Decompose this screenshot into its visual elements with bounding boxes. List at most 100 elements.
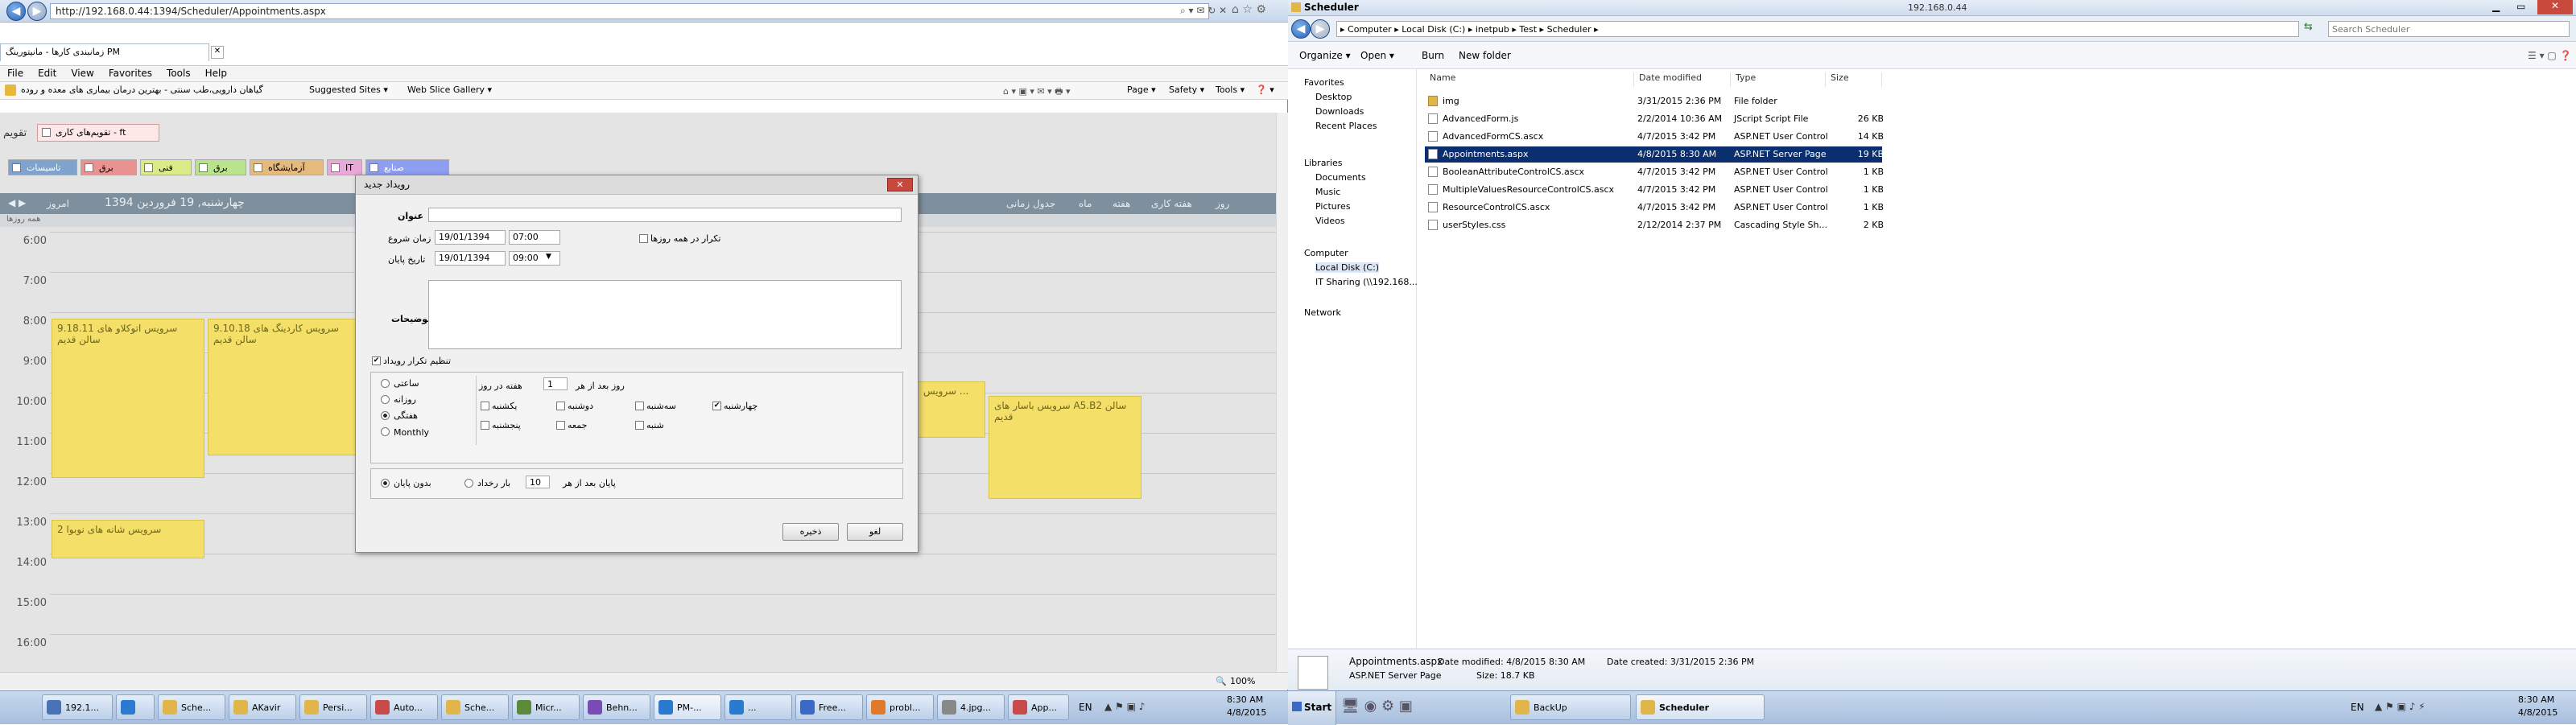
language-indicator[interactable]: EN [1079,702,1092,713]
nav-favorites[interactable]: Favorites [1304,77,1344,88]
tools-menu[interactable]: Tools ▾ [1216,84,1245,95]
resource-pill[interactable]: IT [327,159,362,175]
every-input[interactable]: 1 [543,377,568,390]
view-workweek[interactable]: هفته کاری [1151,198,1192,209]
taskbar-item[interactable]: Persi... [299,694,367,720]
start-button[interactable]: Start [1288,691,1336,725]
nav-documents[interactable]: Documents [1315,172,1366,183]
day-checkbox[interactable] [481,402,489,410]
freq-daily-radio[interactable] [381,395,390,404]
resource-pill[interactable]: برق [80,159,137,175]
taskbar-item[interactable]: Micr... [512,694,580,720]
chevron-down-icon[interactable]: ▼ [546,253,551,261]
view-week[interactable]: هفته [1113,198,1130,209]
end-after-radio[interactable] [464,479,473,488]
safety-menu[interactable]: Safety ▾ [1169,84,1204,95]
suggested-sites[interactable]: Suggested Sites ▾ [309,84,388,95]
vertical-scrollbar[interactable] [1276,113,1288,672]
nav-videos[interactable]: Videos [1315,216,1345,226]
nav-recent-places[interactable]: Recent Places [1315,121,1377,131]
clock-date[interactable]: 4/8/2015 [2518,707,2557,718]
recurrence-checkbox[interactable]: ✔ [372,356,381,365]
file-row[interactable]: img 3/31/2015 2:36 PM File folder [1425,93,1882,109]
calendar-filter[interactable]: تقویم‌های کاری - ft [37,124,159,142]
appointment[interactable]: سرویس شانه های نوبوا 2 [52,520,204,558]
quicklaunch-icons[interactable]: 🖥 ◉ ⚙ ▣ [1341,698,1413,715]
cancel-button[interactable]: لغو [847,523,903,541]
end-date-input[interactable]: 19/01/1394 [435,251,506,266]
forward-button[interactable]: ▶ [27,2,47,21]
file-row[interactable]: BooleanAttributeControlCS.ascx 4/7/2015 3… [1425,164,1884,180]
minimize-button[interactable]: ▁ [2492,1,2500,12]
taskbar-item[interactable]: App... [1008,694,1069,720]
menu-tools[interactable]: Tools [159,66,198,80]
language-indicator[interactable]: EN [2351,702,2364,713]
clock-time[interactable]: 8:30 AM [1227,694,1263,705]
back-button[interactable]: ◀ [6,2,26,21]
organize-button[interactable]: Organize ▾ [1299,50,1351,61]
nav-network[interactable]: Network [1304,307,1341,318]
day-checkbox[interactable] [635,402,644,410]
taskbar-item[interactable]: AKavir [229,694,296,720]
favorite-link[interactable]: گیاهان دارویی،طب سنتی - بهترین درمان بیم… [21,84,263,95]
forward-button[interactable]: ▶ [1311,19,1330,39]
close-button[interactable]: ✕ [887,178,913,192]
taskbar-item[interactable]: ... [724,694,792,720]
taskbar-item[interactable]: Scheduler [1636,694,1765,720]
view-day[interactable]: روز [1216,198,1229,209]
nav-downloads[interactable]: Downloads [1315,106,1364,117]
nav-music[interactable]: Music [1315,187,1340,197]
column-date[interactable]: Date modified [1634,72,1731,87]
today-button[interactable]: امروز [47,198,69,209]
taskbar-item[interactable]: Free... [795,694,863,720]
resource-pill[interactable]: آزمایشگاه [250,159,324,175]
taskbar-ie-icon[interactable] [116,694,155,720]
url-input[interactable]: http://192.168.0.44:1394/Scheduler/Appoi… [50,3,1209,19]
taskbar-item[interactable]: Sche... [441,694,509,720]
day-checkbox[interactable] [635,421,644,430]
resource-pill[interactable]: برق [195,159,246,175]
menu-edit[interactable]: Edit [31,66,64,80]
clock-time[interactable]: 8:30 AM [2518,694,2554,705]
resource-pill[interactable]: فنی [140,159,192,175]
day-checkbox[interactable] [556,421,565,430]
toolbar-icons[interactable]: ⌂ ▾ ▣ ▾ ✉ ▾ 🖶 ▾ [1003,84,1071,100]
appointment[interactable]: سرویس ... [918,381,985,438]
subject-input[interactable] [428,208,902,222]
nav-desktop[interactable]: Desktop [1315,92,1352,102]
freq-weekly-radio[interactable] [381,411,390,420]
file-row[interactable]: ResourceControlCS.ascx 4/7/2015 3:42 PM AS… [1425,200,1884,216]
taskbar-item[interactable]: Auto... [370,694,438,720]
taskbar-item[interactable]: 192.1... [42,694,113,720]
back-button[interactable]: ◀ [1291,19,1311,39]
nav-it-sharing[interactable]: IT Sharing (\\192.168... [1315,277,1418,287]
home-icon[interactable]: ⌂ ☆ ⚙ [1232,3,1266,16]
freq-monthly-radio[interactable] [381,427,390,436]
description-textarea[interactable] [428,280,902,349]
column-size[interactable]: Size [1826,72,1882,87]
start-time-input[interactable]: 07:00 [509,230,560,245]
breadcrumb[interactable]: ▸ Computer ▸ Local Disk (C:) ▸ inetpub ▸… [1336,21,2299,37]
day-checkbox[interactable] [481,421,489,430]
clock-date[interactable]: 4/8/2015 [1227,707,1266,718]
taskbar-item[interactable]: PM-... [654,694,721,720]
file-row[interactable]: AdvancedFormCS.ascx 4/7/2015 3:42 PM ASP.N… [1425,129,1884,145]
nav-local-disk[interactable]: Local Disk (C:) [1315,262,1380,273]
favorites-star-icon[interactable] [5,84,16,96]
current-date[interactable]: چهارشنبه, 19 فروردین 1394 [105,196,245,209]
menu-file[interactable]: File [0,66,31,80]
zoom-icon[interactable]: 🔍 [1216,676,1227,686]
resource-pill[interactable]: صنایع [365,159,449,175]
column-type[interactable]: Type [1731,72,1826,87]
nav-libraries[interactable]: Libraries [1304,158,1343,168]
save-button[interactable]: ذخیره [782,523,839,541]
close-button[interactable]: ✕ [2537,0,2573,14]
appointment[interactable]: سرویس اتوکلاو های 9.18.11 سالن قدیم [52,319,204,478]
column-name[interactable]: Name [1425,72,1634,87]
browser-tab[interactable]: زمانبندی کارها - مانیتورینگ PM [0,43,209,61]
open-button[interactable]: Open ▾ [1360,50,1394,61]
menu-help[interactable]: Help [198,66,234,80]
file-row[interactable]: AdvancedForm.js 2/2/2014 10:36 AM JScript … [1425,111,1884,127]
nav-computer[interactable]: Computer [1304,248,1348,258]
end-time-input[interactable]: 09:00 [509,251,560,266]
